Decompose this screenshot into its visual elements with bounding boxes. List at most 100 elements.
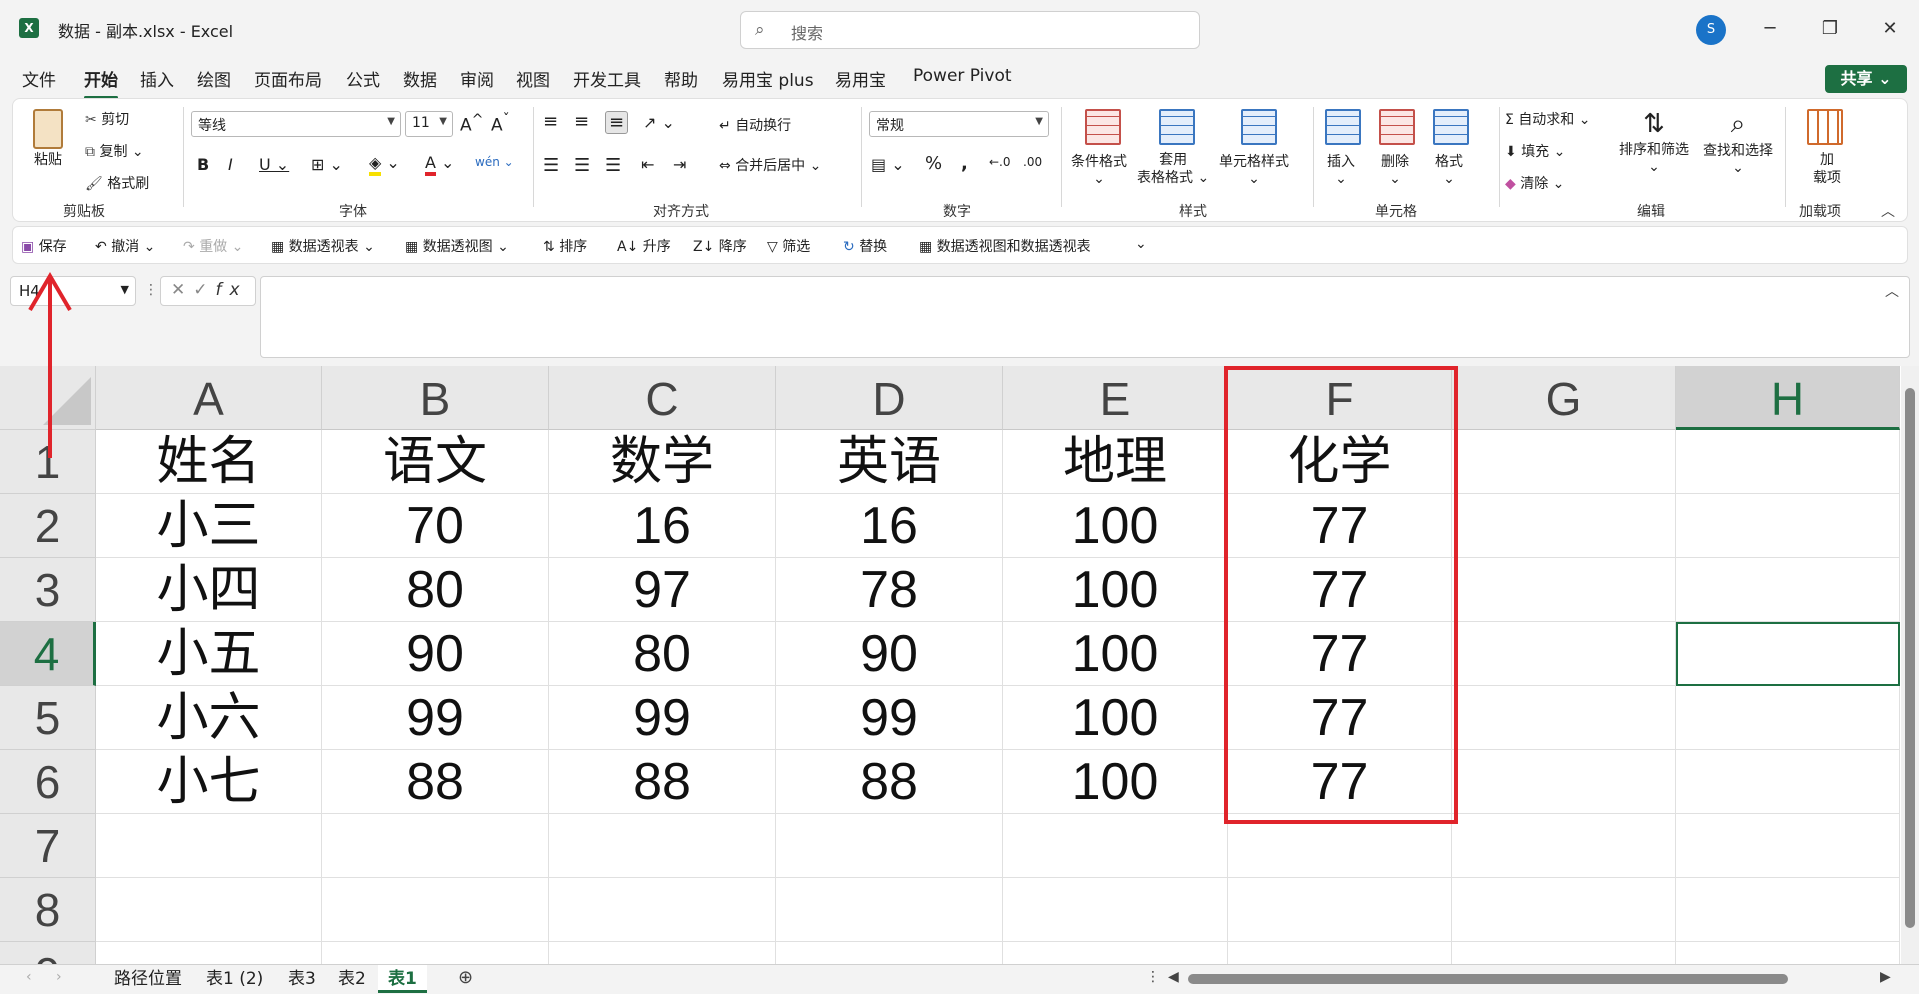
cell-e8[interactable]: [1003, 878, 1228, 942]
cell-g5[interactable]: [1452, 686, 1676, 750]
tab-yiyongbao-plus[interactable]: 易用宝 plus: [722, 66, 814, 91]
tab-page-layout[interactable]: 页面布局: [254, 66, 322, 91]
save-button[interactable]: ▣ 保存: [21, 236, 67, 256]
cell-b3[interactable]: 80: [322, 558, 549, 622]
row-header-4[interactable]: 4: [0, 622, 96, 686]
align-center-button[interactable]: ☰: [574, 155, 590, 176]
sort-button[interactable]: ⇅ 排序: [543, 236, 587, 256]
cell-f8[interactable]: [1228, 878, 1452, 942]
sheet-tab[interactable]: 表2: [328, 965, 376, 993]
clear-button[interactable]: ◆ 清除 ⌄: [1505, 173, 1564, 193]
tab-developer[interactable]: 开发工具: [573, 66, 641, 91]
cell-e1[interactable]: 地理: [1003, 430, 1228, 494]
cell-d1[interactable]: 英语: [776, 430, 1003, 494]
column-header-e[interactable]: E: [1003, 366, 1228, 430]
align-left-button[interactable]: ☰: [543, 155, 559, 176]
cell-c4[interactable]: 80: [549, 622, 776, 686]
row-header-9[interactable]: 9: [0, 942, 96, 964]
number-format-select[interactable]: 常规 ▼: [869, 111, 1049, 137]
cell-d4[interactable]: 90: [776, 622, 1003, 686]
cell-a7[interactable]: [96, 814, 322, 878]
fill-button[interactable]: ⬇ 填充 ⌄: [1505, 141, 1565, 161]
scroll-right-icon[interactable]: ▶: [1880, 969, 1891, 985]
cell-e6[interactable]: 100: [1003, 750, 1228, 814]
search-box[interactable]: ⌕ 搜索: [740, 11, 1200, 49]
cell-c7[interactable]: [549, 814, 776, 878]
cell-g9[interactable]: [1452, 942, 1676, 964]
decrease-indent-button[interactable]: ⇤: [641, 155, 654, 174]
cell-h7[interactable]: [1676, 814, 1900, 878]
cell-e3[interactable]: 100: [1003, 558, 1228, 622]
cell-d3[interactable]: 78: [776, 558, 1003, 622]
cell-b7[interactable]: [322, 814, 549, 878]
more-dots-icon[interactable]: ⋮: [144, 282, 158, 298]
tab-formulas[interactable]: 公式: [346, 66, 380, 91]
increase-decimal-button[interactable]: ←.0: [989, 155, 1011, 169]
cell-b1[interactable]: 语文: [322, 430, 549, 494]
tab-home[interactable]: 开始: [84, 66, 118, 99]
enter-icon[interactable]: ✓: [193, 280, 215, 300]
tab-file[interactable]: 文件: [22, 66, 56, 91]
cell-d2[interactable]: 16: [776, 494, 1003, 558]
more-dots-icon[interactable]: ⋮: [1146, 969, 1160, 985]
cell-g8[interactable]: [1452, 878, 1676, 942]
wrap-text-button[interactable]: ↵ 自动换行: [719, 115, 791, 135]
cell-g7[interactable]: [1452, 814, 1676, 878]
cell-h3[interactable]: [1676, 558, 1900, 622]
merge-center-button[interactable]: ⇔ 合并后居中 ⌄: [719, 155, 821, 175]
vertical-scrollbar[interactable]: [1901, 366, 1919, 964]
align-top-button[interactable]: ≡: [543, 111, 558, 132]
underline-button[interactable]: U ⌄: [259, 155, 289, 174]
cell-g4[interactable]: [1452, 622, 1676, 686]
sheet-tab[interactable]: 表1: [378, 965, 427, 993]
orientation-button[interactable]: ↗ ⌄: [643, 113, 675, 132]
font-color-button[interactable]: A ⌄: [425, 153, 454, 176]
delete-cells-button[interactable]: 删除 ⌄: [1381, 151, 1409, 187]
cell-h6[interactable]: [1676, 750, 1900, 814]
borders-button[interactable]: ⊞ ⌄: [311, 155, 343, 174]
tab-insert[interactable]: 插入: [140, 66, 174, 91]
cell-e9[interactable]: [1003, 942, 1228, 964]
cell-d9[interactable]: [776, 942, 1003, 964]
cell-b2[interactable]: 70: [322, 494, 549, 558]
horizontal-scroll-thumb[interactable]: [1188, 974, 1788, 984]
cell-b9[interactable]: [322, 942, 549, 964]
font-size-select[interactable]: 11 ▼: [405, 111, 453, 137]
column-header-b[interactable]: B: [322, 366, 549, 430]
cell-a6[interactable]: 小七: [96, 750, 322, 814]
cell-e5[interactable]: 100: [1003, 686, 1228, 750]
cell-c6[interactable]: 88: [549, 750, 776, 814]
align-middle-button[interactable]: ≡: [574, 111, 589, 132]
row-header-6[interactable]: 6: [0, 750, 96, 814]
cell-c3[interactable]: 97: [549, 558, 776, 622]
cell-c9[interactable]: [549, 942, 776, 964]
format-as-table-button[interactable]: 套用 表格格式 ⌄: [1137, 151, 1209, 187]
pivot-chart-and-table-button[interactable]: ▦ 数据透视图和数据透视表: [919, 236, 1091, 256]
cell-a1[interactable]: 姓名: [96, 430, 322, 494]
cell-c5[interactable]: 99: [549, 686, 776, 750]
cell-e4[interactable]: 100: [1003, 622, 1228, 686]
grow-font-button[interactable]: A^: [460, 112, 484, 136]
cell-a4[interactable]: 小五: [96, 622, 322, 686]
cell-d7[interactable]: [776, 814, 1003, 878]
cell-g2[interactable]: [1452, 494, 1676, 558]
sheet-tab[interactable]: 表3: [278, 965, 326, 993]
column-header-g[interactable]: G: [1452, 366, 1676, 430]
increase-indent-button[interactable]: ⇥: [673, 155, 686, 174]
sheet-tab[interactable]: 表1 (2): [196, 965, 273, 993]
column-header-c[interactable]: C: [549, 366, 776, 430]
cell-c2[interactable]: 16: [549, 494, 776, 558]
column-header-h[interactable]: H: [1676, 366, 1900, 430]
filter-button[interactable]: ▽ 筛选: [767, 236, 810, 256]
cell-h8[interactable]: [1676, 878, 1900, 942]
insert-function-button[interactable]: fx: [216, 280, 248, 300]
tab-review[interactable]: 审阅: [460, 66, 494, 91]
paste-button[interactable]: 粘贴: [33, 109, 63, 169]
cell-b5[interactable]: 99: [322, 686, 549, 750]
tab-yiyongbao[interactable]: 易用宝: [835, 66, 886, 91]
row-header-5[interactable]: 5: [0, 686, 96, 750]
italic-button[interactable]: I: [228, 155, 233, 174]
tab-help[interactable]: 帮助: [664, 66, 698, 91]
comma-button[interactable]: ,: [961, 153, 968, 174]
formula-input[interactable]: ︿: [260, 276, 1910, 358]
